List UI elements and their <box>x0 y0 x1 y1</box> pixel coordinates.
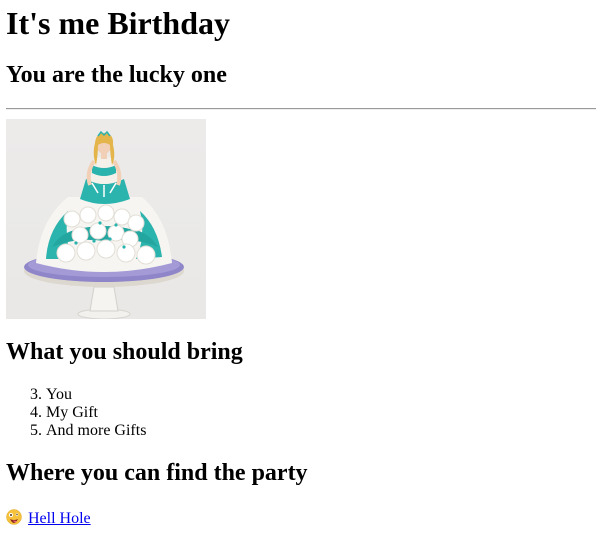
page-title: It's me Birthday <box>6 5 230 41</box>
list-item: My Gift <box>46 404 146 422</box>
divider <box>6 108 596 110</box>
bring-list: You My Gift And more Gifts <box>6 386 146 440</box>
doll-cake-image <box>6 119 206 319</box>
crazy-face-emoji-icon <box>6 509 22 525</box>
location-heading: Where you can find the party <box>6 460 308 486</box>
party-location-link[interactable]: Hell Hole <box>28 510 91 527</box>
bring-heading: What you should bring <box>6 339 243 365</box>
location-line: Hell Hole <box>6 509 91 528</box>
list-item: You <box>46 386 146 404</box>
doll-cake-illustration <box>24 130 184 319</box>
page-subtitle: You are the lucky one <box>6 62 227 88</box>
list-item: And more Gifts <box>46 422 146 440</box>
